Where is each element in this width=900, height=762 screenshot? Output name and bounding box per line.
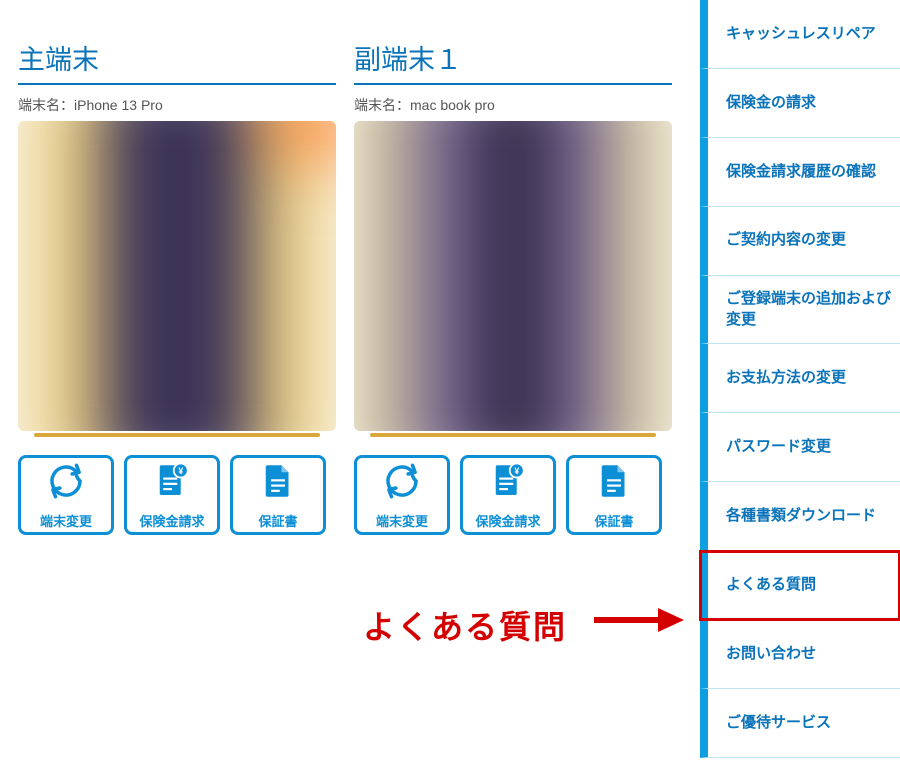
document-icon [593, 460, 635, 507]
svg-text:¥: ¥ [514, 466, 519, 476]
device-card-secondary: 副端末１ 端末名：mac book pro 端末変更 ¥ [354, 38, 672, 535]
device-card-primary: 主端末 端末名：iPhone 13 Pro 端末変更 ¥ [18, 38, 336, 535]
sidebar-item-password-change[interactable]: パスワード変更 [700, 413, 900, 482]
claim-insurance-button[interactable]: ¥ 保険金請求 [124, 455, 220, 535]
image-underline [370, 433, 656, 437]
card-actions-row: 端末変更 ¥ 保険金請求 保証書 [18, 455, 336, 535]
device-image-blur-layer [354, 121, 672, 431]
device-cards-row: 主端末 端末名：iPhone 13 Pro 端末変更 ¥ [18, 38, 672, 535]
annotation-text: よくある質問 [363, 602, 567, 648]
action-label: 端末変更 [376, 511, 428, 530]
sidebar-item-documents-download[interactable]: 各種書類ダウンロード [700, 482, 900, 551]
refresh-icon [45, 460, 87, 507]
device-name-line: 端末名：mac book pro [354, 85, 672, 121]
card-title: 主端末 [18, 38, 336, 85]
document-icon [257, 460, 299, 507]
sidebar-item-label: ご登録端末の追加および変更 [726, 289, 900, 330]
device-image-blur-layer [18, 121, 336, 431]
image-underline [34, 433, 320, 437]
device-name-prefix: 端末名： [18, 97, 74, 113]
claim-insurance-button[interactable]: ¥ 保険金請求 [460, 455, 556, 535]
device-name-line: 端末名：iPhone 13 Pro [18, 85, 336, 121]
action-label: 保証書 [258, 511, 297, 530]
warranty-document-button[interactable]: 保証書 [230, 455, 326, 535]
sidebar-item-label: ご契約内容の変更 [726, 230, 846, 250]
card-actions-row: 端末変更 ¥ 保険金請求 保証書 [354, 455, 672, 535]
change-device-button[interactable]: 端末変更 [354, 455, 450, 535]
device-image-blurred [354, 121, 672, 431]
sidebar-item-cashless-repair[interactable]: キャッシュレスリペア [700, 0, 900, 69]
sidebar-item-insurance-claim[interactable]: 保険金の請求 [700, 69, 900, 138]
sidebar-item-label: お問い合わせ [726, 644, 816, 664]
sidebar-item-label: よくある質問 [726, 575, 816, 595]
sidebar-item-label: ご優待サービス [726, 713, 831, 733]
device-name-value: iPhone 13 Pro [74, 97, 163, 113]
action-label: 保険金請求 [139, 511, 204, 530]
sidebar-item-contract-change[interactable]: ご契約内容の変更 [700, 207, 900, 276]
device-name-value: mac book pro [410, 97, 495, 113]
sidebar-item-label: キャッシュレスリペア [726, 24, 876, 44]
sidebar-item-label: パスワード変更 [726, 437, 831, 457]
sidebar-item-device-add-change[interactable]: ご登録端末の追加および変更 [700, 276, 900, 345]
sidebar-item-label: 保険金の請求 [726, 93, 816, 113]
card-title: 副端末１ [354, 38, 672, 85]
change-device-button[interactable]: 端末変更 [18, 455, 114, 535]
sidebar-item-label: 保険金請求履歴の確認 [726, 162, 876, 182]
sidebar-item-contact[interactable]: お問い合わせ [700, 620, 900, 689]
action-label: 保証書 [594, 511, 633, 530]
refresh-icon [381, 460, 423, 507]
sidebar-item-label: 各種書類ダウンロード [726, 506, 876, 526]
sidebar-item-payment-change[interactable]: お支払方法の変更 [700, 344, 900, 413]
sidebar-nav: キャッシュレスリペア 保険金の請求 保険金請求履歴の確認 ご契約内容の変更 ご登… [700, 0, 900, 762]
sidebar-item-claim-history[interactable]: 保険金請求履歴の確認 [700, 138, 900, 207]
svg-text:¥: ¥ [178, 466, 183, 476]
sidebar-item-faq[interactable]: よくある質問 [700, 551, 900, 620]
warranty-document-button[interactable]: 保証書 [566, 455, 662, 535]
device-name-prefix: 端末名： [354, 97, 410, 113]
main-content: 主端末 端末名：iPhone 13 Pro 端末変更 ¥ [0, 0, 690, 762]
annotation-arrow-icon [592, 606, 684, 634]
device-image-blurred [18, 121, 336, 431]
yen-document-icon: ¥ [487, 460, 529, 507]
action-label: 端末変更 [40, 511, 92, 530]
yen-document-icon: ¥ [151, 460, 193, 507]
sidebar-item-label: お支払方法の変更 [726, 368, 846, 388]
sidebar-item-special-offers[interactable]: ご優待サービス [700, 689, 900, 758]
action-label: 保険金請求 [475, 511, 540, 530]
